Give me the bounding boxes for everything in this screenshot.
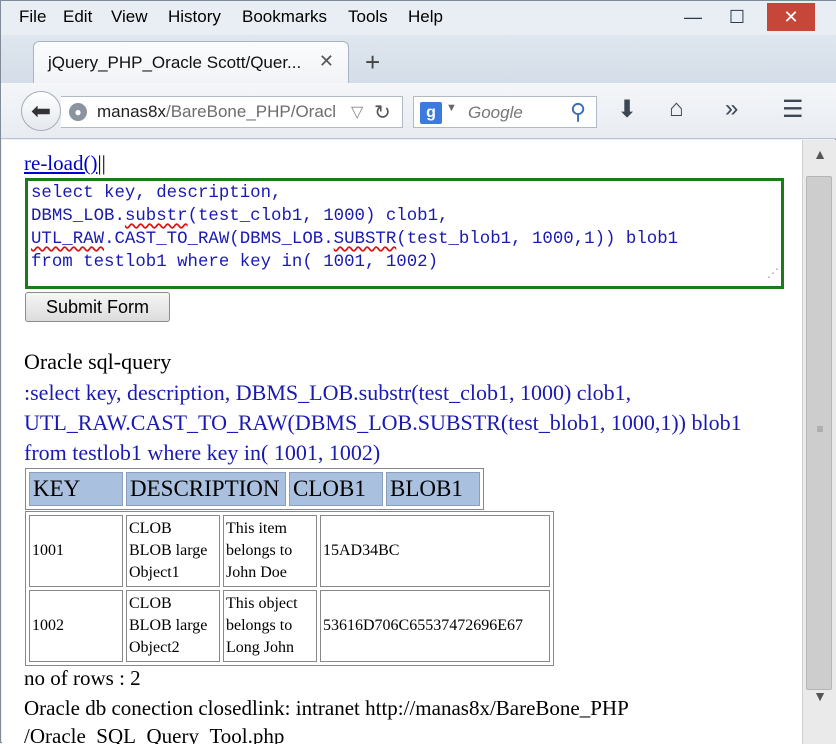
sql-line: from testlob1 where key in( 1001, 1002) <box>31 253 439 272</box>
search-input[interactable]: Google <box>468 103 523 123</box>
header-key: KEY <box>29 472 123 506</box>
scroll-grip-icon: ≡ <box>816 422 824 436</box>
menu-tools[interactable]: Tools <box>348 7 388 27</box>
menu-edit[interactable]: Edit <box>63 7 92 27</box>
cell-key: 1001 <box>29 515 123 587</box>
minimize-button[interactable]: — <box>671 3 715 31</box>
resize-grip-icon[interactable]: ⋰ <box>767 263 779 286</box>
cell-clob1: This item belongs to John Doe <box>223 515 317 587</box>
search-engine-dropdown-icon[interactable]: ▼ <box>446 102 457 114</box>
query-text: :select key, description, DBMS_LOB.subst… <box>24 380 742 465</box>
sql-textarea[interactable]: select key, description, DBMS_LOB.substr(… <box>25 178 784 289</box>
cell-key: 1002 <box>29 590 123 662</box>
download-icon[interactable]: ⬇ <box>617 95 637 124</box>
table-row: 1001 CLOB BLOB large Object1 This item belo… <box>29 515 550 587</box>
back-arrow-icon: ⬅ <box>30 97 52 125</box>
tab-close-icon[interactable]: ✕ <box>319 51 334 72</box>
search-bar[interactable]: g ▼ Google ⚲ <box>413 96 597 128</box>
scroll-up-arrow-icon[interactable]: ▲ <box>803 146 836 162</box>
menu-bookmarks[interactable]: Bookmarks <box>242 7 327 27</box>
back-button[interactable]: ⬅ <box>21 91 61 131</box>
overflow-chevron-icon[interactable]: » <box>725 95 738 123</box>
scroll-down-arrow-icon[interactable]: ▼ <box>803 688 836 704</box>
cell-clob1: This object belongs to Long John <box>223 590 317 662</box>
result-data-table: 1001 CLOB BLOB large Object1 This item belo… <box>25 511 554 666</box>
globe-icon: ● <box>69 103 87 121</box>
tab-active[interactable]: jQuery_PHP_Oracle Scott/Quer... ✕ <box>33 41 349 83</box>
vertical-scrollbar[interactable]: ▲ ≡ ▼ <box>802 140 836 744</box>
connection-closed-text: Oracle db conection closedlink: intranet… <box>24 696 629 720</box>
scrollbar-thumb[interactable]: ≡ <box>806 176 832 690</box>
url-bar[interactable]: ● manas8x/BareBone_PHP/Oracl ▽ ↻ <box>61 96 403 128</box>
url-text[interactable]: manas8x/BareBone_PHP/Oracl <box>97 102 337 122</box>
reload-icon[interactable]: ↻ <box>374 100 391 125</box>
nav-bar: ● manas8x/BareBone_PHP/Oracl ▽ ↻ ⬅ g ▼ G… <box>1 83 836 139</box>
google-icon[interactable]: g <box>420 102 442 124</box>
sql-line: UTL_RAW.CAST_TO_RAW(DBMS_LOB.SUBSTR(test… <box>31 230 679 249</box>
result-header-table: KEY DESCRIPTION CLOB1 BLOB1 <box>25 468 484 510</box>
cell-description: CLOB BLOB large Object1 <box>126 515 220 587</box>
header-blob1: BLOB1 <box>386 472 480 506</box>
search-icon[interactable]: ⚲ <box>570 99 586 125</box>
dropdown-arrow-icon[interactable]: ▽ <box>351 102 363 122</box>
sql-line: DBMS_LOB.substr(test_clob1, 1000) clob1, <box>31 207 449 226</box>
tab-title: jQuery_PHP_Oracle Scott/Quer... <box>48 53 302 72</box>
maximize-button[interactable]: ☐ <box>715 3 759 31</box>
menu-file[interactable]: File <box>19 7 46 27</box>
menu-history[interactable]: History <box>168 7 221 27</box>
rows-count: no of rows : 2 <box>24 666 141 690</box>
menu-view[interactable]: View <box>111 7 148 27</box>
menu-bar: File Edit View History Bookmarks Tools H… <box>1 1 836 35</box>
connection-closed-text-cont: /Oracle_SQL_Query_Tool.php <box>24 724 285 744</box>
tab-strip: jQuery_PHP_Oracle Scott/Quer... ✕ <box>1 35 836 83</box>
header-description: DESCRIPTION <box>126 472 286 506</box>
reload-link[interactable]: re-load()|| <box>24 151 106 176</box>
sql-line: select key, description, <box>31 184 282 203</box>
submit-form-button[interactable]: Submit Form <box>25 292 170 322</box>
page-content: re-load()|| select key, description, DBMS… <box>2 140 802 744</box>
home-icon[interactable]: ⌂ <box>669 95 684 123</box>
menu-help[interactable]: Help <box>408 7 443 27</box>
close-window-button[interactable]: ✕ <box>767 3 815 31</box>
table-row: 1002 CLOB BLOB large Object2 This object be… <box>29 590 550 662</box>
query-title: Oracle sql-query <box>24 349 172 374</box>
cell-blob1: 53616D706C65537472696E67 <box>320 590 550 662</box>
cell-description: CLOB BLOB large Object2 <box>126 590 220 662</box>
cell-blob1: 15AD34BC <box>320 515 550 587</box>
browser-window: File Edit View History Bookmarks Tools H… <box>0 0 836 744</box>
header-clob1: CLOB1 <box>289 472 383 506</box>
hamburger-menu-icon[interactable]: ☰ <box>782 95 804 124</box>
new-tab-button[interactable]: + <box>365 47 380 78</box>
